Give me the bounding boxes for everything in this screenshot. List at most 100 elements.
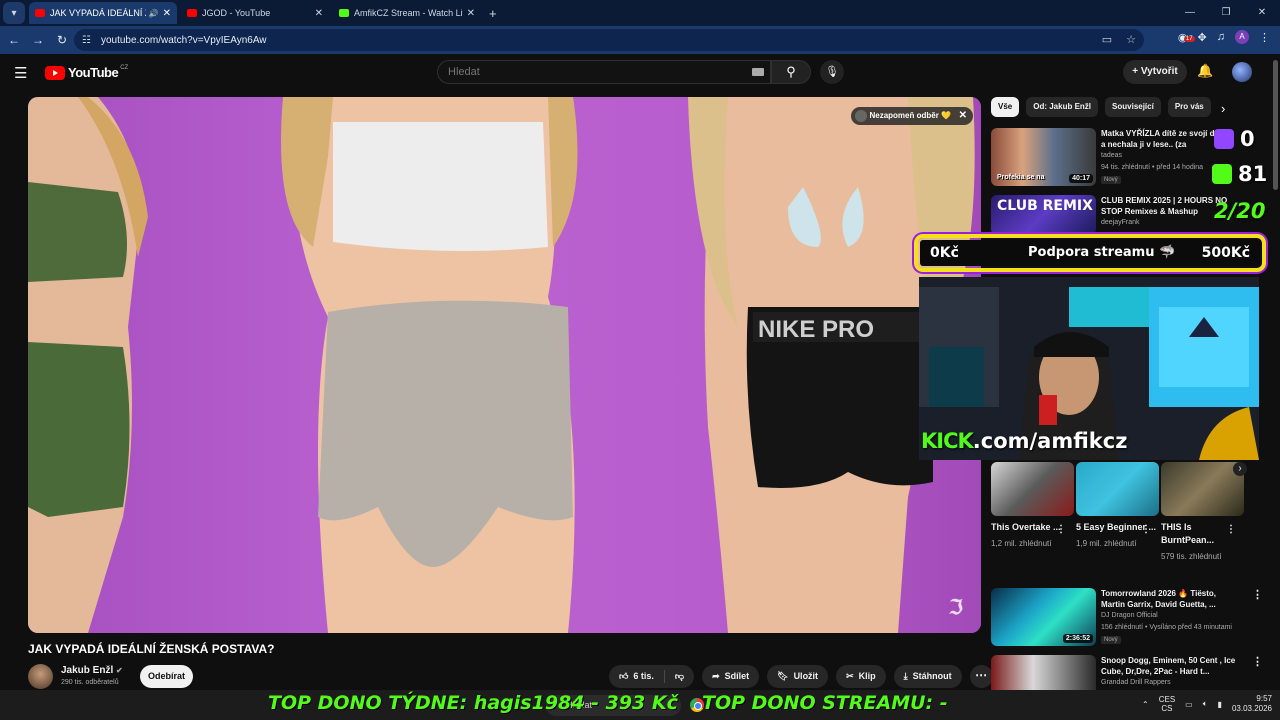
network-icon[interactable]: ▭: [1185, 700, 1193, 709]
clock[interactable]: 9:57 03.03.2026: [1232, 694, 1272, 714]
video-thumbnail[interactable]: [991, 655, 1096, 690]
kebab-icon[interactable]: ⋮: [1141, 524, 1151, 535]
video-thumbnail[interactable]: Profekia se na 40:17: [991, 128, 1096, 186]
donation-goal-bar: 0Kč Podpora streamu 🦈 500Kč: [917, 237, 1263, 269]
hamburger-icon[interactable]: ☰: [14, 64, 27, 82]
url-text: youtube.com/watch?v=VpyIEAyn6Aw: [100, 34, 267, 46]
voice-search-button[interactable]: 🎙: [820, 60, 844, 84]
cast-icon[interactable]: ▭: [1102, 33, 1112, 46]
page-scrollbar[interactable]: [1273, 60, 1278, 190]
minimize-icon[interactable]: —: [1172, 0, 1208, 26]
bookmark-icon: 🔖︎: [777, 671, 789, 681]
short-thumbnail[interactable]: [991, 462, 1074, 516]
channel-watermark-icon[interactable]: ℑ: [949, 595, 971, 619]
channel-name[interactable]: Jakub Enžl ✔: [61, 665, 123, 676]
profile-avatar[interactable]: A: [1235, 30, 1249, 44]
recommendation-item[interactable]: 2:36:52 Tomorrowland 2026 🔥 Tiësto, Mart…: [991, 588, 1271, 646]
close-icon[interactable]: ✕: [959, 107, 967, 125]
bookmark-star-icon[interactable]: ☆: [1126, 33, 1136, 46]
chevron-up-icon[interactable]: ⌃: [1142, 700, 1149, 709]
recommendation-item[interactable]: Snoop Dogg, Eminem, 50 Cent , Ice Cube, …: [991, 655, 1271, 690]
kebab-icon[interactable]: ⋮: [1226, 524, 1236, 535]
media-controls-icon[interactable]: ♫: [1217, 31, 1225, 43]
volume-icon[interactable]: 🔈︎: [1203, 699, 1208, 709]
subscribe-reminder-pill[interactable]: Nezapomeň odběr 💛 ✕: [851, 107, 973, 125]
video-actions: 👍︎ 6 tis. 👎︎ ➦ Sdílet 🔖︎ Uložit ✂ Klip ⤓ Stáh…: [609, 665, 993, 688]
chip-related[interactable]: Související: [1105, 97, 1161, 117]
language-indicator[interactable]: CES CS: [1159, 695, 1175, 713]
svg-text:NIKE PRO: NIKE PRO: [758, 316, 874, 343]
back-icon[interactable]: ←: [2, 33, 26, 47]
clip-button[interactable]: ✂ Klip: [836, 665, 886, 688]
recommendation-meta: 94 tis. zhlédnutí • před 14 hodina: [1101, 164, 1204, 171]
chip-all[interactable]: Vše: [991, 97, 1020, 117]
forward-icon[interactable]: →: [26, 33, 50, 47]
share-button[interactable]: ➦ Sdílet: [702, 665, 760, 688]
menu-kebab-icon[interactable]: ⋮: [1259, 31, 1270, 44]
url-bar[interactable]: ☷ youtube.com/watch?v=VpyIEAyn6Aw ▭ ☆: [74, 29, 1144, 51]
browser-tab-bar: ▾ JAK VYPADÁ IDEÁLNÍ ŽENSKÁ 🔊 ✕ JGOD - Y…: [0, 0, 1280, 26]
download-button[interactable]: ⤓ Stáhnout: [893, 665, 962, 688]
new-tab-button[interactable]: +: [489, 6, 497, 21]
kick-icon: [1212, 164, 1232, 184]
chevron-right-icon[interactable]: ›: [1221, 101, 1225, 116]
short-thumbnail[interactable]: [1076, 462, 1159, 516]
shorts-titles: This Overtake ... 1,2 mil. zhlédnutí ⋮ 5…: [991, 521, 1261, 563]
more-actions-button[interactable]: ⋯: [969, 665, 993, 688]
video-thumbnail[interactable]: 2:36:52: [991, 588, 1096, 646]
search-input[interactable]: [448, 66, 738, 78]
share-label: Sdílet: [724, 671, 750, 681]
chip-for-you[interactable]: Pro vás: [1167, 97, 1211, 117]
duration-badge: 2:36:52: [1062, 634, 1093, 643]
close-tab-icon[interactable]: ✕: [163, 8, 171, 19]
thumbnail-caption: CLUB REMIX: [997, 198, 1093, 214]
tab-kick[interactable]: AmfikCZ Stream - Watch Live o ✕: [333, 2, 481, 24]
video-player[interactable]: NIKE PRO Nezapomeň odběr 💛 ✕ ℑ: [28, 97, 981, 633]
address-toolbar: ← → ↻ ☷ youtube.com/watch?v=VpyIEAyn6Aw …: [0, 26, 1280, 54]
chevron-right-icon[interactable]: ›: [1233, 462, 1247, 476]
kebab-icon[interactable]: ⋮: [1252, 588, 1263, 601]
kebab-icon[interactable]: ⋮: [1252, 655, 1263, 668]
channel-name-text: Jakub Enžl: [61, 665, 114, 676]
tab-search-icon[interactable]: ▾: [3, 2, 25, 24]
like-button[interactable]: 👍︎ 6 tis.: [609, 665, 664, 688]
save-button[interactable]: 🔖︎ Uložit: [767, 665, 829, 688]
dislike-button[interactable]: 👎︎: [665, 665, 694, 688]
extension-icon[interactable]: ◉ 17: [1178, 31, 1195, 44]
close-window-icon[interactable]: ✕: [1244, 0, 1280, 26]
close-tab-icon[interactable]: ✕: [467, 8, 475, 19]
tab-video[interactable]: JAK VYPADÁ IDEÁLNÍ ŽENSKÁ 🔊 ✕: [29, 2, 177, 24]
channel-avatar[interactable]: [28, 664, 53, 689]
short-item[interactable]: This Overtake ... 1,2 mil. zhlédnutí ⋮: [991, 521, 1076, 563]
video-thumbnail[interactable]: CLUB REMIX: [991, 195, 1096, 235]
like-dislike-group: 👍︎ 6 tis. 👎︎: [609, 665, 695, 688]
kebab-icon[interactable]: ⋮: [1056, 524, 1066, 535]
keyboard-icon[interactable]: [752, 68, 764, 76]
speaker-icon[interactable]: 🔊: [149, 9, 159, 18]
short-thumbnail[interactable]: [1161, 462, 1244, 516]
subscribe-button[interactable]: Odebírat: [140, 665, 193, 688]
subscriber-count: 290 tis. odběratelů: [61, 679, 119, 686]
donation-max: 500Kč: [1201, 245, 1250, 261]
tab-jgod[interactable]: JGOD - YouTube ✕: [181, 2, 329, 24]
logo-wordmark: YouTube: [68, 65, 119, 80]
chip-from-channel[interactable]: Od: Jakub Enžl: [1026, 97, 1099, 117]
search-button[interactable]: ⚲: [771, 60, 811, 84]
youtube-logo[interactable]: YouTube CZ: [45, 65, 128, 80]
create-button[interactable]: + Vytvořit: [1123, 60, 1187, 84]
video-frame-figures: NIKE PRO: [28, 97, 975, 633]
reload-icon[interactable]: ↻: [50, 33, 74, 47]
restore-icon[interactable]: ❐: [1208, 0, 1244, 26]
puzzle-icon[interactable]: ✥: [1198, 31, 1207, 44]
search-box[interactable]: [437, 60, 771, 84]
close-tab-icon[interactable]: ✕: [315, 8, 323, 19]
recommendation-title: Tomorrowland 2026 🔥 Tiësto, Martin Garri…: [1101, 589, 1217, 609]
notifications-bell-icon[interactable]: 🔔: [1197, 63, 1213, 79]
short-item[interactable]: 5 Easy Beginner ... 1,9 mil. zhlédnutí ⋮: [1076, 521, 1161, 563]
short-item[interactable]: THIS Is BurntPean... 579 tis. zhlédnutí …: [1161, 521, 1246, 563]
thumbnail-caption: Profekia se na: [997, 174, 1045, 181]
account-avatar[interactable]: [1232, 62, 1252, 82]
battery-icon[interactable]: ▮: [1218, 700, 1222, 709]
site-info-icon[interactable]: ☷: [82, 35, 91, 46]
youtube-icon: [187, 9, 197, 17]
